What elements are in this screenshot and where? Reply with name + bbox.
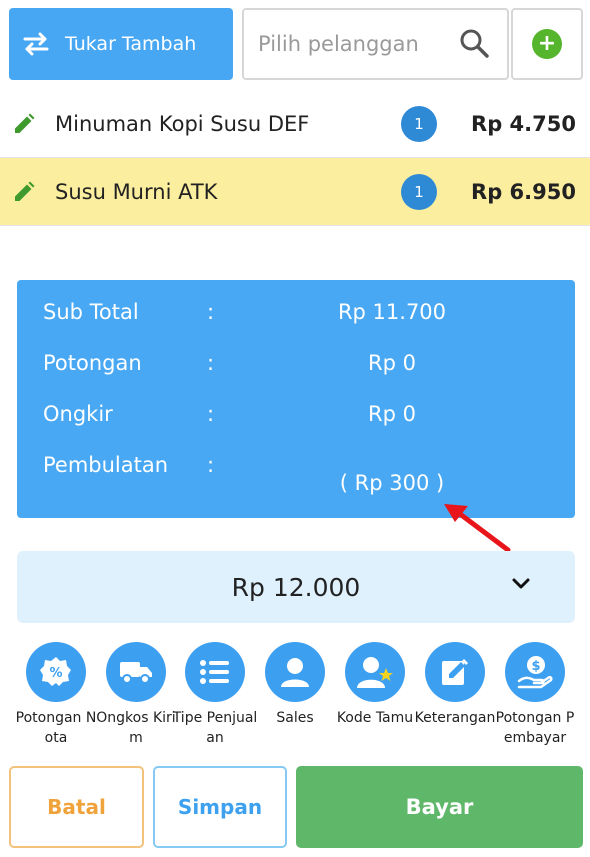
- option-label: Potongan Nota: [15, 710, 97, 746]
- grand-total-amount: Rp 12.000: [231, 572, 361, 602]
- discount-badge-icon: %: [26, 642, 86, 702]
- discount-value: Rp 0: [368, 351, 416, 375]
- rounding-row: Pembulatan : ( Rp 300 ): [17, 447, 575, 507]
- subtotal-label: Sub Total: [43, 300, 139, 324]
- shipping-row: Ongkir : Rp 0: [17, 396, 575, 436]
- option-label: Keterangan: [414, 710, 496, 726]
- svg-text:$: $: [531, 659, 540, 674]
- pay-button[interactable]: Bayar: [296, 766, 583, 848]
- tukar-tambah-button[interactable]: Tukar Tambah: [9, 8, 233, 80]
- cart-item-row[interactable]: Susu Murni ATK 1 Rp 6.950: [0, 158, 590, 226]
- option-label: Sales: [276, 710, 314, 726]
- discount-label: Potongan: [43, 351, 142, 375]
- shipping-separator: :: [207, 402, 215, 426]
- shipping-label: Ongkir: [43, 402, 113, 426]
- person-icon: [265, 642, 325, 702]
- item-name: Susu Murni ATK: [55, 179, 218, 204]
- annotation-arrow-icon: [444, 504, 511, 553]
- pencil-icon[interactable]: [12, 180, 36, 204]
- save-button[interactable]: Simpan: [153, 766, 287, 848]
- add-customer-button[interactable]: +: [511, 8, 583, 80]
- rounding-separator: :: [207, 453, 215, 477]
- subtotal-row: Sub Total : Rp 11.700: [17, 294, 575, 334]
- item-qty-badge: 1: [401, 105, 437, 142]
- item-price: Rp 6.950: [471, 179, 576, 204]
- option-keterangan[interactable]: Keterangan: [415, 642, 495, 728]
- option-label: Potongan Pembayar: [495, 710, 575, 746]
- pencil-icon[interactable]: [12, 112, 36, 136]
- option-potongan-pembayar[interactable]: $ Potongan Pembayar: [495, 642, 575, 748]
- tukar-tambah-label: Tukar Tambah: [65, 33, 197, 55]
- option-potongan-nota[interactable]: % Potongan Nota: [16, 642, 96, 748]
- summary-panel: Sub Total : Rp 11.700 Potongan : Rp 0 On…: [17, 280, 575, 518]
- option-label: Tipe Penjualan: [172, 710, 258, 746]
- shipping-value: Rp 0: [368, 402, 416, 426]
- discount-separator: :: [207, 351, 215, 375]
- svg-text:%: %: [49, 666, 62, 681]
- rounding-label: Pembulatan: [43, 453, 169, 477]
- customer-search-box[interactable]: [242, 8, 509, 80]
- item-price: Rp 4.750: [471, 111, 576, 136]
- grand-total-dropdown[interactable]: Rp 12.000: [17, 551, 575, 623]
- edit-note-icon: [425, 642, 485, 702]
- chevron-down-icon[interactable]: [511, 577, 531, 591]
- cart-item-row[interactable]: Minuman Kopi Susu DEF 1 Rp 4.750: [0, 90, 590, 158]
- option-ongkos-kirim[interactable]: Ongkos Kirim: [96, 642, 176, 748]
- subtotal-value: Rp 11.700: [337, 300, 447, 324]
- option-label: Ongkos Kirim: [96, 710, 176, 746]
- swap-arrows-icon: [23, 32, 49, 56]
- rounding-value: ( Rp 300 ): [339, 471, 445, 495]
- truck-icon: [106, 642, 166, 702]
- guest-star-icon: [345, 642, 405, 702]
- search-icon[interactable]: [459, 28, 489, 58]
- pos-cart-screen: Tukar Tambah + Minuman Kopi Susu DEF 1 R…: [0, 0, 590, 857]
- cancel-button[interactable]: Batal: [9, 766, 144, 848]
- item-qty-badge: 1: [401, 173, 437, 210]
- option-sales[interactable]: Sales: [255, 642, 335, 728]
- option-label: Kode Tamu: [336, 710, 414, 726]
- subtotal-separator: :: [207, 300, 215, 324]
- option-tipe-penjualan[interactable]: Tipe Penjualan: [172, 642, 258, 748]
- option-kode-tamu[interactable]: Kode Tamu: [335, 642, 415, 728]
- item-name: Minuman Kopi Susu DEF: [55, 111, 310, 136]
- list-icon: [185, 642, 245, 702]
- plus-circle-icon: +: [532, 29, 562, 59]
- money-hand-icon: $: [505, 642, 565, 702]
- discount-row: Potongan : Rp 0: [17, 345, 575, 385]
- customer-search-input[interactable]: [258, 32, 453, 56]
